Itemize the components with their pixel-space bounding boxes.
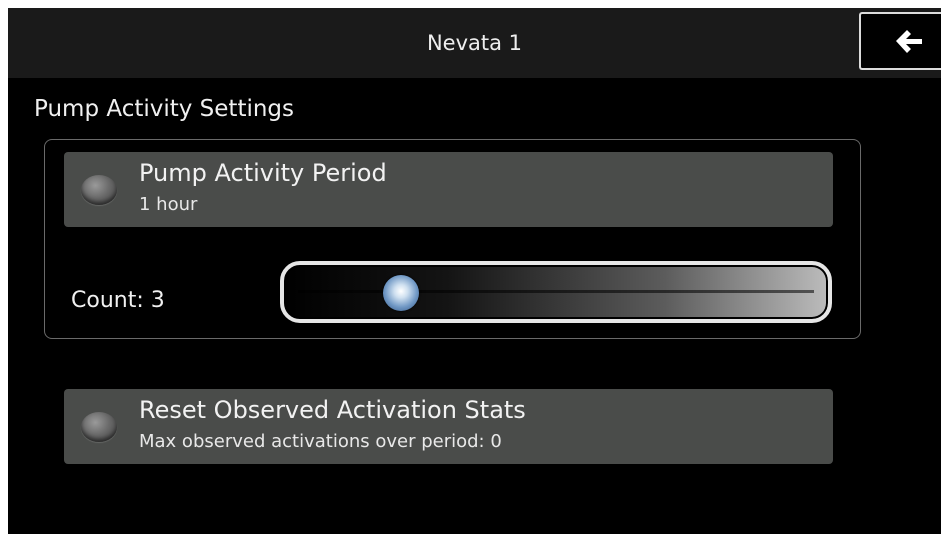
item-subtitle: Max observed activations over period: 0: [139, 431, 502, 452]
top-bar: Nevata 1: [8, 8, 941, 78]
reset-stats-button[interactable]: Reset Observed Activation Stats Max obse…: [64, 389, 833, 464]
count-slider[interactable]: [280, 261, 832, 323]
status-led-icon: [81, 412, 117, 442]
page-title: Nevata 1: [426, 31, 523, 55]
screen: Nevata 1 Pump Activity Settings Pump Act…: [8, 8, 941, 534]
arrow-left-icon: [896, 30, 922, 53]
status-led-icon: [81, 175, 117, 205]
item-title: Reset Observed Activation Stats: [139, 396, 526, 424]
slider-track: [298, 290, 814, 293]
item-title: Pump Activity Period: [139, 159, 387, 187]
slider-thumb[interactable]: [383, 275, 420, 311]
item-subtitle: 1 hour: [139, 194, 198, 215]
pump-activity-period-button[interactable]: Pump Activity Period 1 hour: [64, 152, 833, 227]
section-title: Pump Activity Settings: [34, 96, 295, 122]
back-button[interactable]: [859, 12, 941, 70]
count-label: Count: 3: [71, 288, 165, 313]
